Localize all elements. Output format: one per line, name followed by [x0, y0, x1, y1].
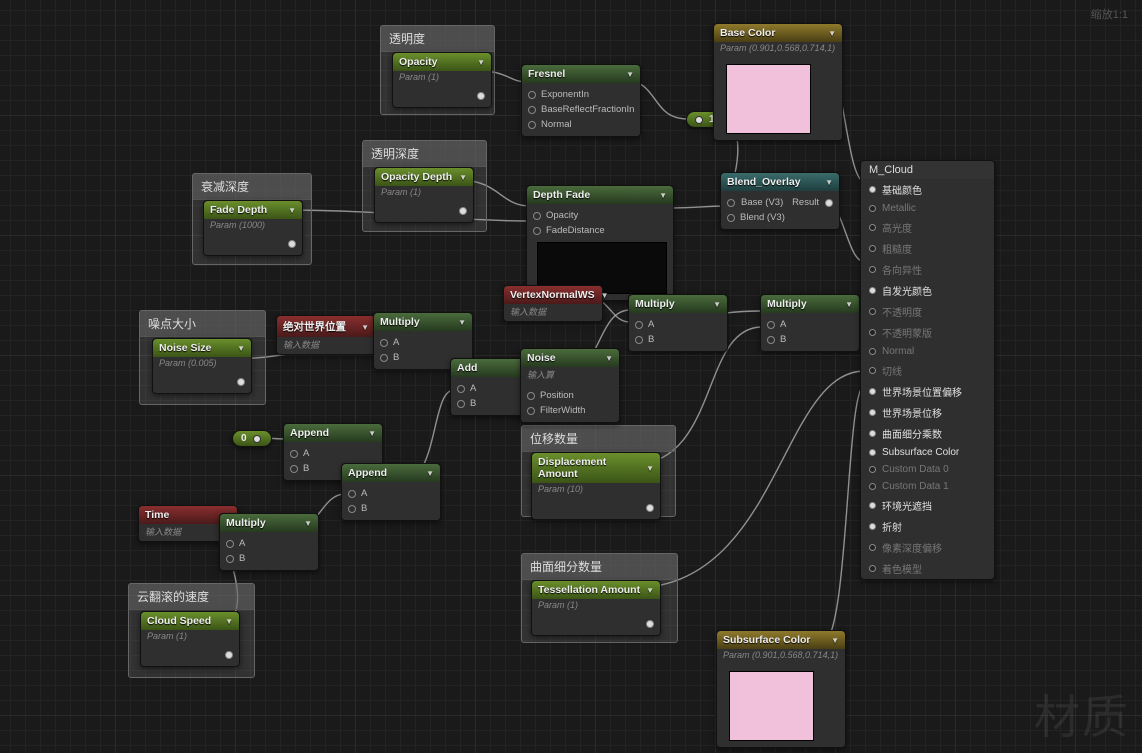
param-noise-size[interactable]: Noise Size Param (0.005) — [152, 338, 252, 394]
node-constant-0[interactable]: 0 — [232, 430, 272, 447]
result-input-Normal[interactable]: Normal — [861, 343, 994, 360]
result-input-高光度[interactable]: 高光度 — [861, 217, 994, 238]
chevron-down-icon — [839, 298, 853, 310]
result-input-像素深度偏移[interactable]: 像素深度偏移 — [861, 537, 994, 558]
chevron-down-icon — [822, 27, 836, 39]
watermark: 材质 — [1034, 681, 1130, 747]
chevron-down-icon — [825, 634, 839, 646]
chevron-down-icon — [355, 321, 369, 333]
result-input-切线[interactable]: 切线 — [861, 360, 994, 381]
comment-title: 噪点大小 — [140, 311, 265, 337]
chevron-down-icon — [362, 427, 376, 439]
result-items: 基础颜色Metallic高光度粗糙度各向异性自发光颜色不透明度不透明蒙版Norm… — [861, 179, 994, 579]
result-input-Metallic[interactable]: Metallic — [861, 200, 994, 217]
chevron-down-icon — [819, 176, 833, 188]
param-opacity[interactable]: Opacity Param (1) — [392, 52, 492, 108]
chevron-down-icon — [452, 316, 466, 328]
result-input-环境光遮挡[interactable]: 环境光遮挡 — [861, 495, 994, 516]
chevron-down-icon — [640, 584, 654, 596]
param-cloud-speed[interactable]: Cloud Speed Param (1) — [140, 611, 240, 667]
node-blend-overlay[interactable]: Blend_Overlay Base (V3)Result Blend (V3) — [720, 172, 840, 230]
node-multiply-3[interactable]: Multiply A B — [760, 294, 860, 352]
node-multiply-2[interactable]: Multiply A B — [628, 294, 728, 352]
result-input-Custom Data 1[interactable]: Custom Data 1 — [861, 478, 994, 495]
result-input-Subsurface Color[interactable]: Subsurface Color — [861, 444, 994, 461]
color-swatch — [726, 64, 811, 134]
node-noise[interactable]: Noise 输入算 Position FilterWidth — [520, 348, 620, 423]
node-multiply-0[interactable]: Multiply A B — [219, 513, 319, 571]
chevron-down-icon — [219, 615, 233, 627]
result-input-世界场景位置偏移[interactable]: 世界场景位置偏移 — [861, 381, 994, 402]
color-swatch — [729, 671, 814, 741]
result-input-曲面细分乘数[interactable]: 曲面细分乘数 — [861, 423, 994, 444]
chevron-down-icon — [420, 467, 434, 479]
chevron-down-icon — [707, 298, 721, 310]
result-input-不透明度[interactable]: 不透明度 — [861, 301, 994, 322]
material-result-node[interactable]: M_Cloud 基础颜色Metallic高光度粗糙度各向异性自发光颜色不透明度不… — [860, 160, 995, 580]
node-fresnel[interactable]: Fresnel ExponentIn BaseReflectFractionIn… — [521, 64, 641, 137]
result-input-Custom Data 0[interactable]: Custom Data 0 — [861, 461, 994, 478]
result-input-自发光颜色[interactable]: 自发光颜色 — [861, 280, 994, 301]
chevron-down-icon — [282, 204, 296, 216]
comment-title: 位移数量 — [522, 426, 675, 452]
result-input-各向异性[interactable]: 各向异性 — [861, 259, 994, 280]
result-input-粗糙度[interactable]: 粗糙度 — [861, 238, 994, 259]
param-subsurface-color[interactable]: Subsurface Color Param (0.901,0.568,0.71… — [716, 630, 846, 748]
param-tessellation[interactable]: Tessellation Amount Param (1) — [531, 580, 661, 636]
node-abs-world-pos[interactable]: 绝对世界位置 输入数据 — [276, 315, 376, 355]
chevron-down-icon — [595, 289, 609, 301]
chevron-down-icon — [298, 517, 312, 529]
result-input-着色模型[interactable]: 着色模型 — [861, 558, 994, 579]
result-input-不透明蒙版[interactable]: 不透明蒙版 — [861, 322, 994, 343]
comment-title: 曲面细分数量 — [522, 554, 677, 580]
comment-title: 透明度 — [381, 26, 494, 52]
param-base-color[interactable]: Base Color Param (0.901,0.568,0.714,1) — [713, 23, 843, 141]
result-input-折射[interactable]: 折射 — [861, 516, 994, 537]
chevron-down-icon — [653, 189, 667, 201]
result-input-世界场景位移[interactable]: 世界场景位移 — [861, 402, 994, 423]
node-vertex-normal[interactable]: VertexNormalWS 输入数据 — [503, 285, 603, 322]
node-append-2[interactable]: Append A B — [341, 463, 441, 521]
comment-title: 衰减深度 — [193, 174, 311, 200]
chevron-down-icon — [231, 342, 245, 354]
node-depth-fade[interactable]: Depth Fade Opacity FadeDistance — [526, 185, 674, 301]
chevron-down-icon — [471, 56, 485, 68]
chevron-down-icon — [453, 171, 467, 183]
param-fade-depth[interactable]: Fade Depth Param (1000) — [203, 200, 303, 256]
chevron-down-icon — [640, 462, 654, 474]
zoom-level: 缩放1:1 — [1091, 6, 1128, 22]
chevron-down-icon — [599, 352, 613, 364]
result-title: M_Cloud — [861, 161, 994, 179]
param-opacity-depth[interactable]: Opacity Depth Param (1) — [374, 167, 474, 223]
param-displacement[interactable]: Displacement Amount Param (10) — [531, 452, 661, 520]
result-input-基础颜色[interactable]: 基础颜色 — [861, 179, 994, 200]
comment-title: 透明深度 — [363, 141, 486, 167]
chevron-down-icon — [620, 68, 634, 80]
comment-title: 云翻滚的速度 — [129, 584, 254, 610]
